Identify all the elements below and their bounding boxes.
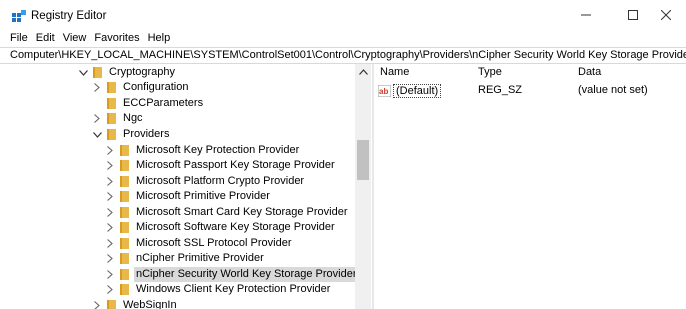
tree-item-microsoft-passport-key-storage-provider[interactable]: Microsoft Passport Key Storage Provider — [105, 158, 337, 173]
tree-item-eccparameters[interactable]: ECCParameters — [92, 96, 205, 111]
folder-icon — [107, 98, 116, 109]
folder-icon — [107, 113, 116, 124]
tree-pane: Cryptography Configuration ECCParameters… — [0, 64, 372, 309]
close-icon — [661, 10, 671, 20]
folder-icon — [120, 238, 129, 249]
chevron-right-icon[interactable] — [105, 251, 115, 266]
tree-item-label: Microsoft Passport Key Storage Provider — [136, 159, 335, 171]
chevron-right-icon[interactable] — [105, 205, 115, 220]
scroll-thumb[interactable] — [357, 140, 369, 180]
registry-editor-icon — [12, 10, 26, 22]
tree-item-label: Microsoft Platform Crypto Provider — [136, 175, 305, 187]
tree-item-label: Configuration — [123, 81, 189, 93]
chevron-right-icon[interactable] — [105, 282, 115, 297]
tree-item-microsoft-ssl-protocol-provider[interactable]: Microsoft SSL Protocol Provider — [105, 236, 293, 251]
column-header-type[interactable]: Type — [478, 66, 502, 78]
folder-icon — [120, 160, 129, 171]
tree-item-label: Windows Client Key Protection Provider — [136, 283, 331, 295]
string-value-icon: ab — [377, 84, 392, 97]
folder-icon — [120, 176, 129, 187]
folder-icon — [120, 191, 129, 202]
svg-text:ab: ab — [379, 87, 388, 96]
tree-item-label: Ngc — [123, 112, 143, 124]
chevron-right-icon[interactable] — [105, 158, 115, 173]
column-header-data[interactable]: Data — [578, 66, 601, 78]
tree-item-label: Microsoft Smart Card Key Storage Provide… — [136, 206, 348, 218]
minimize-icon — [581, 10, 591, 20]
tree-item-ngc[interactable]: Ngc — [92, 111, 145, 126]
tree-scrollbar[interactable] — [355, 64, 371, 309]
column-header-name[interactable]: Name — [380, 66, 409, 78]
folder-icon — [120, 145, 129, 156]
tree-item-microsoft-software-key-storage-provider[interactable]: Microsoft Software Key Storage Provider — [105, 220, 337, 235]
value-type: REG_SZ — [478, 84, 523, 96]
folder-icon — [120, 284, 129, 295]
address-bar[interactable]: Computer\HKEY_LOCAL_MACHINE\SYSTEM\Contr… — [0, 47, 686, 64]
folder-icon — [93, 67, 102, 78]
folder-icon — [120, 222, 129, 233]
menu-favorites[interactable]: Favorites — [90, 30, 143, 47]
chevron-right-icon[interactable] — [92, 80, 102, 95]
tree-item-label: Microsoft Software Key Storage Provider — [136, 221, 335, 233]
tree-item-label: Providers — [123, 128, 170, 140]
menu-bar: File Edit View Favorites Help — [0, 30, 174, 47]
tree-item-ncipher-primitive-provider[interactable]: nCipher Primitive Provider — [105, 251, 266, 266]
tree-item-label: ECCParameters — [123, 97, 204, 109]
chevron-up-icon — [358, 66, 368, 78]
value-data: (value not set) — [578, 84, 648, 96]
scroll-up-button[interactable] — [355, 64, 371, 80]
tree-item-windows-client-key-protection-provider[interactable]: Windows Client Key Protection Provider — [105, 282, 332, 297]
tree-item-cryptography[interactable]: Cryptography — [78, 65, 177, 80]
minimize-button[interactable] — [566, 0, 606, 30]
tree-item-label: WebSignIn — [123, 299, 177, 309]
tree-item-ncipher-security-world-key-storage-provider[interactable]: nCipher Security World Key Storage Provi… — [105, 267, 359, 282]
value-row-name[interactable]: ab (Default) — [377, 83, 442, 98]
values-pane: Name Type Data ab (Default) REG_SZ (valu… — [374, 64, 686, 309]
tree-item-configuration[interactable]: Configuration — [92, 80, 190, 95]
chevron-right-icon[interactable] — [105, 174, 115, 189]
window-title: Registry Editor — [31, 10, 107, 22]
tree-item-label: Microsoft Key Protection Provider — [136, 144, 300, 156]
folder-icon — [107, 129, 116, 140]
maximize-icon — [628, 10, 638, 20]
chevron-right-icon[interactable] — [92, 298, 102, 309]
value-name: (Default) — [393, 83, 442, 98]
folder-icon — [120, 269, 129, 280]
chevron-down-icon[interactable] — [92, 127, 102, 142]
chevron-right-icon[interactable] — [105, 143, 115, 158]
chevron-right-icon[interactable] — [105, 267, 115, 282]
tree-item-label: nCipher Security World Key Storage Provi… — [134, 267, 359, 282]
tree-item-websignin[interactable]: WebSignIn — [92, 298, 179, 309]
tree-item-microsoft-key-protection-provider[interactable]: Microsoft Key Protection Provider — [105, 143, 301, 158]
tree-item-microsoft-platform-crypto-provider[interactable]: Microsoft Platform Crypto Provider — [105, 174, 306, 189]
address-path[interactable]: Computer\HKEY_LOCAL_MACHINE\SYSTEM\Contr… — [10, 49, 686, 62]
close-button[interactable] — [646, 0, 686, 30]
menu-view[interactable]: View — [59, 30, 91, 47]
tree-item-microsoft-primitive-provider[interactable]: Microsoft Primitive Provider — [105, 189, 272, 204]
folder-icon — [107, 300, 116, 309]
menu-edit[interactable]: Edit — [32, 30, 59, 47]
chevron-right-icon[interactable] — [92, 111, 102, 126]
tree-item-microsoft-smart-card-key-storage-provider[interactable]: Microsoft Smart Card Key Storage Provide… — [105, 205, 350, 220]
folder-icon — [107, 82, 116, 93]
chevron-down-icon[interactable] — [78, 65, 88, 80]
folder-icon — [120, 253, 129, 264]
chevron-right-icon[interactable] — [105, 220, 115, 235]
tree-item-label: Microsoft Primitive Provider — [136, 190, 270, 202]
tree-item-label: Cryptography — [109, 66, 176, 78]
tree-item-providers[interactable]: Providers — [92, 127, 171, 142]
menu-file[interactable]: File — [0, 30, 32, 47]
chevron-right-icon[interactable] — [105, 189, 115, 204]
folder-icon — [120, 207, 129, 218]
tree-item-label: nCipher Primitive Provider — [136, 252, 264, 264]
menu-help[interactable]: Help — [144, 30, 175, 47]
no-expander — [92, 96, 102, 111]
chevron-right-icon[interactable] — [105, 236, 115, 251]
title-bar: Registry Editor — [0, 0, 686, 30]
tree-item-label: Microsoft SSL Protocol Provider — [136, 237, 292, 249]
